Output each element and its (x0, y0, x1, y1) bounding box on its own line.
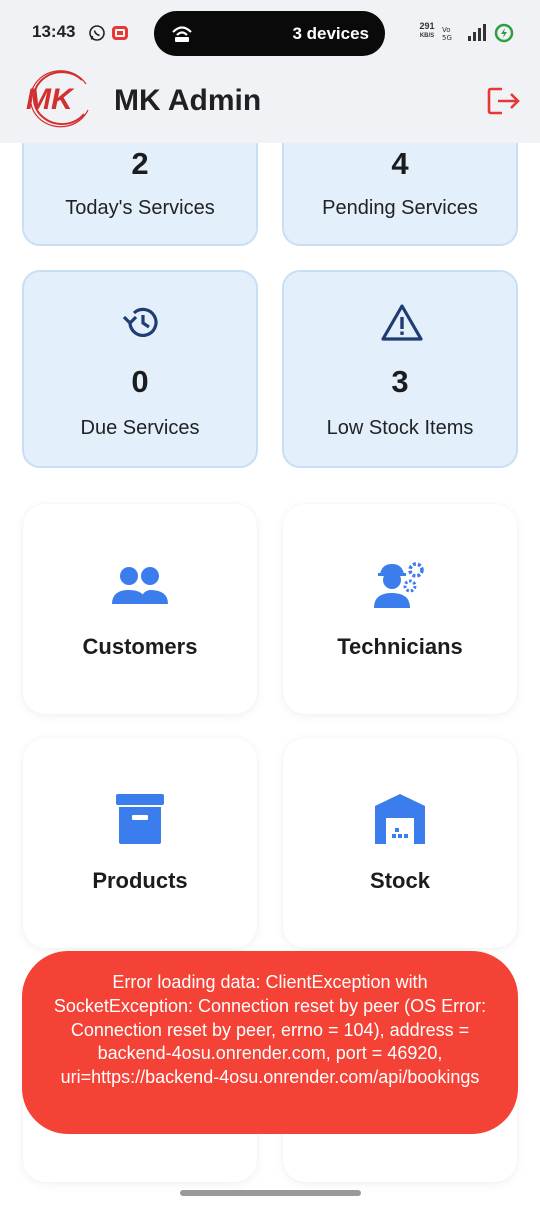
logout-icon-overlay[interactable] (486, 86, 522, 116)
youtube-icon (112, 26, 128, 40)
stat-card-due-services[interactable]: 0 Due Services (22, 270, 258, 468)
stat-card-low-stock[interactable]: 3 Low Stock Items (282, 270, 518, 468)
dynamic-island[interactable]: 3 devices (154, 11, 385, 56)
battery-icon (494, 23, 514, 43)
warehouse-icon (375, 794, 425, 844)
stat-value: 4 (391, 146, 409, 181)
island-text: 3 devices (292, 24, 369, 43)
archive-box-icon (116, 794, 164, 844)
stat-label: Due Services (80, 417, 200, 439)
stat-label: Low Stock Items (326, 417, 474, 439)
people-icon (112, 567, 168, 604)
nav-label: Products (92, 868, 188, 893)
stat-card-todays-services[interactable]: 2 Today's Services (22, 126, 258, 246)
mk-logo-overlay: MK (26, 70, 89, 128)
nav-label: Customers (82, 634, 198, 659)
stat-value: 2 (131, 146, 149, 181)
nav-label: Technicians (337, 634, 463, 659)
error-toast: Error loading data: ClientException with… (22, 951, 518, 1134)
stat-card-pending-services[interactable]: 4 Pending Services (282, 126, 518, 246)
stat-value: 3 (391, 364, 409, 399)
stat-label: Today's Services (65, 197, 215, 219)
nav-card-customers[interactable]: Customers (23, 504, 257, 714)
signal-icon: Vo 5G (442, 24, 486, 42)
hotspot-icon (172, 26, 192, 42)
svg-text:5G: 5G (442, 34, 452, 42)
nav-card-technicians[interactable]: Technicians (283, 504, 517, 714)
whatsapp-icon (89, 25, 105, 41)
error-message: Error loading data: ClientException with… (53, 972, 487, 1088)
status-time: 13:43 (32, 22, 76, 41)
svg-text:MK: MK (26, 83, 75, 116)
warning-icon (381, 304, 423, 341)
nav-label: Stock (370, 868, 430, 893)
engineer-icon (374, 562, 424, 608)
stat-value: 0 (131, 364, 149, 399)
network-speed: 291 KB/S (419, 21, 435, 40)
app-title-overlay: MK Admin (114, 84, 262, 117)
nav-card-products[interactable]: Products (23, 738, 257, 948)
app-bar-overlay: MK MK Admin (0, 70, 540, 143)
status-bar: 13:43 3 devices 291 KB/S Vo 5G (0, 0, 540, 70)
svg-text:Vo: Vo (442, 26, 451, 34)
history-icon (122, 307, 158, 337)
home-indicator[interactable] (180, 1190, 361, 1196)
stat-label: Pending Services (322, 197, 478, 219)
nav-card-stock[interactable]: Stock (283, 738, 517, 948)
